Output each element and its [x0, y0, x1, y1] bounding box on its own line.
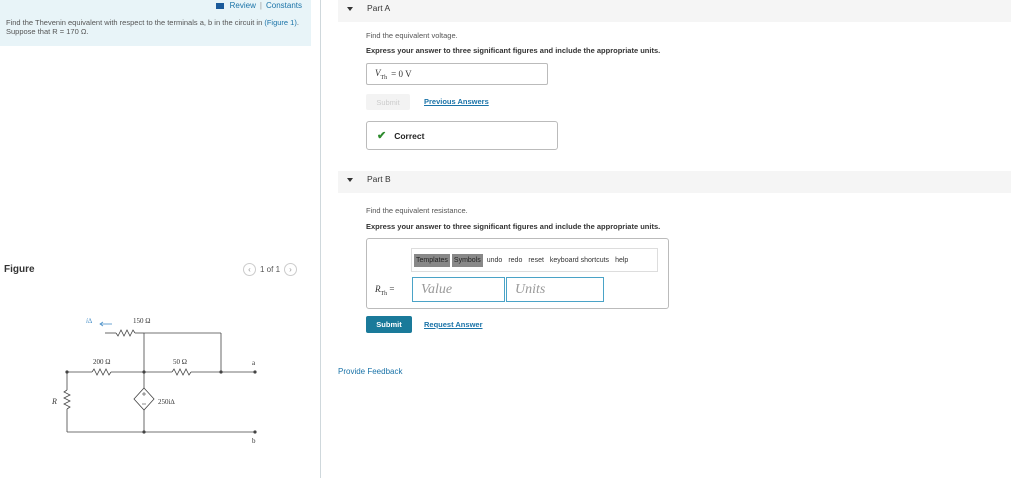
problem-text: Find the Thevenin equivalent with respec…: [6, 18, 306, 36]
circuit-diagram: i∆ 150 Ω 200 Ω 50 Ω R 250i∆ a b: [51, 317, 257, 445]
problem-statement-box: Review | Constants Find the Thevenin equ…: [0, 0, 311, 46]
part-a-title: Part A: [367, 3, 391, 13]
part-a-header[interactable]: Part A: [338, 0, 1011, 22]
value-input[interactable]: Value: [412, 277, 505, 302]
collapse-icon: [347, 178, 353, 182]
problem-panel: Review | Constants Find the Thevenin equ…: [0, 0, 321, 478]
request-answer-link[interactable]: Request Answer: [424, 320, 483, 329]
redo-button[interactable]: redo: [506, 257, 524, 264]
part-a-instruction: Express your answer to three significant…: [366, 46, 661, 55]
book-icon: [215, 2, 224, 9]
figure-pager: ‹ 1 of 1 ›: [243, 263, 298, 276]
correct-label: Correct: [394, 130, 425, 141]
undo-button[interactable]: undo: [485, 257, 505, 264]
prev-figure-button[interactable]: ‹: [243, 263, 256, 276]
check-icon: ✔: [377, 130, 387, 142]
reset-button[interactable]: reset: [526, 257, 546, 264]
part-a-answer-field[interactable]: VTh = 0 V: [366, 63, 548, 85]
vth-label: VTh: [375, 67, 388, 81]
rth-label: RTh =: [375, 284, 395, 297]
part-b-submit-button[interactable]: Submit: [366, 316, 412, 333]
part-b-instruction: Express your answer to three significant…: [366, 222, 661, 231]
collapse-icon: [347, 7, 353, 11]
answer-editor: Templates Symbols undo redo reset keyboa…: [366, 238, 669, 309]
part-b-title: Part B: [367, 174, 391, 184]
terminal-b-label: b: [252, 437, 256, 445]
part-a-answer-value: = 0 V: [391, 69, 412, 79]
provide-feedback-link[interactable]: Provide Feedback: [338, 367, 402, 376]
current-label: i∆: [86, 317, 93, 325]
figure-link[interactable]: (Figure 1): [264, 18, 297, 27]
terminal-a-label: a: [252, 359, 256, 367]
review-link[interactable]: Review: [230, 1, 256, 10]
constants-link[interactable]: Constants: [266, 1, 302, 10]
part-a-question: Find the equivalent voltage.: [366, 31, 458, 40]
previous-answers-link[interactable]: Previous Answers: [424, 97, 489, 106]
correct-feedback: ✔ Correct: [366, 121, 558, 150]
part-a-submit-button[interactable]: Submit: [366, 94, 410, 110]
keyboard-shortcuts-button[interactable]: keyboard shortcuts: [548, 257, 611, 264]
resistor-left-label: 200 Ω: [93, 358, 110, 366]
help-button[interactable]: help: [613, 257, 630, 264]
next-figure-button[interactable]: ›: [284, 263, 298, 276]
resistor-top-label: 150 Ω: [133, 317, 150, 325]
source-label: 250i∆: [158, 398, 175, 406]
pager-text: 1 of 1: [260, 265, 281, 274]
resistor-r-label: R: [51, 397, 57, 406]
part-b-question: Find the equivalent resistance.: [366, 206, 468, 215]
units-input[interactable]: Units: [506, 277, 604, 302]
toplinks: Review | Constants: [215, 1, 302, 10]
templates-button[interactable]: Templates: [414, 253, 450, 267]
resistor-mid-label: 50 Ω: [173, 358, 187, 366]
figure-label: Figure: [4, 264, 35, 275]
symbols-button[interactable]: Symbols: [451, 253, 483, 267]
problem-text-before: Find the Thevenin equivalent with respec…: [6, 18, 265, 27]
questions-panel: Part A Find the equivalent voltage. Expr…: [338, 0, 1011, 478]
separator: |: [259, 1, 262, 10]
part-b-header[interactable]: Part B: [338, 171, 1011, 193]
editor-toolbar: Templates Symbols undo redo reset keyboa…: [411, 248, 658, 272]
